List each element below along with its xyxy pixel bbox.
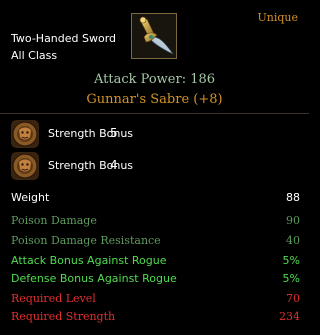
stat-value: 40 [286, 234, 300, 247]
weight-label: Weight [11, 191, 50, 204]
stat-value: 70 [286, 292, 300, 305]
item-tooltip: Two-Handed Sword All Class Unique Attack [0, 0, 309, 335]
class-restriction: All Class [11, 49, 58, 62]
stat-row: Attack Bonus Against Rogue 5% [11, 254, 300, 268]
stat-label: Poison Damage [11, 214, 97, 227]
weight-row: Weight 88 [11, 191, 300, 204]
bonus-label: Strength Bonus [48, 159, 134, 172]
stat-value: 234 [279, 310, 300, 323]
divider [0, 113, 309, 114]
stat-label: Attack Bonus Against Rogue [11, 254, 167, 267]
lion-crest-icon [11, 120, 39, 148]
bonus-row: Strength Bonus 5 [11, 120, 301, 148]
lion-crest-icon [11, 152, 39, 180]
stat-value: 5% [282, 272, 300, 285]
stat-row: Poison Damage Resistance 40 [11, 234, 300, 248]
stat-row: Poison Damage 90 [11, 214, 300, 228]
bonus-label: Strength Bonus [48, 127, 134, 140]
sabre-icon [131, 13, 177, 59]
attack-power: Attack Power: 186 [93, 72, 216, 87]
bonus-row: Strength Bonus 4 [11, 152, 301, 180]
stat-label: Required Level [11, 292, 96, 305]
stat-label: Required Strength [11, 310, 116, 323]
stat-row: Defense Bonus Against Rogue 5% [11, 272, 300, 286]
stat-value: 90 [286, 214, 300, 227]
bonus-value: 4 [110, 158, 118, 172]
stat-label: Defense Bonus Against Rogue [11, 272, 177, 285]
item-type: Two-Handed Sword [11, 32, 117, 45]
stat-value: 5% [282, 254, 300, 267]
stat-label: Poison Damage Resistance [11, 234, 161, 247]
item-name: Gunnar's Sabre (+8) [86, 92, 223, 107]
bonus-value: 5 [110, 126, 118, 140]
stat-row: Required Strength 234 [11, 310, 300, 324]
rarity-label: Unique [257, 11, 298, 24]
weight-value: 88 [286, 191, 300, 204]
stat-row: Required Level 70 [11, 292, 300, 306]
